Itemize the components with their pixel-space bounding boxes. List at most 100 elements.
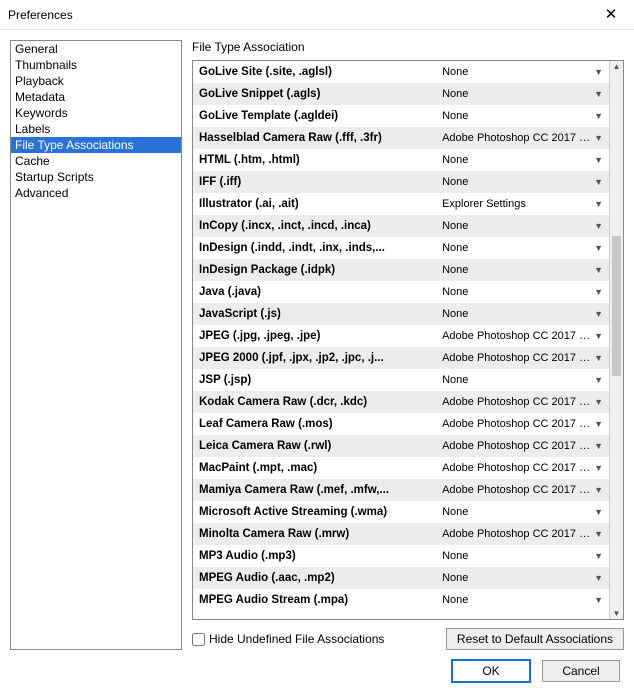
sidebar-item-advanced[interactable]: Advanced xyxy=(11,185,181,201)
file-type-row[interactable]: HTML (.htm, .html)None▼ xyxy=(193,149,609,171)
file-type-value: None xyxy=(442,506,590,518)
hide-undefined-label: Hide Undefined File Associations xyxy=(209,632,384,646)
file-type-row[interactable]: GoLive Snippet (.agls)None▼ xyxy=(193,83,609,105)
scroll-thumb[interactable] xyxy=(612,236,621,376)
file-type-row[interactable]: Java (.java)None▼ xyxy=(193,281,609,303)
scroll-down-icon[interactable]: ▼ xyxy=(610,609,623,618)
file-type-row[interactable]: JPEG (.jpg, .jpeg, .jpe)Adobe Photoshop … xyxy=(193,325,609,347)
chevron-down-icon[interactable]: ▼ xyxy=(590,353,603,363)
sidebar-item-metadata[interactable]: Metadata xyxy=(11,89,181,105)
file-type-row[interactable]: IFF (.iff)None▼ xyxy=(193,171,609,193)
chevron-down-icon[interactable]: ▼ xyxy=(590,463,603,473)
file-type-row[interactable]: JavaScript (.js)None▼ xyxy=(193,303,609,325)
file-type-name: GoLive Site (.site, .aglsl) xyxy=(199,66,442,78)
file-type-value: None xyxy=(442,176,590,188)
chevron-down-icon[interactable]: ▼ xyxy=(590,397,603,407)
file-type-name: Leica Camera Raw (.rwl) xyxy=(199,440,442,452)
file-type-row[interactable]: GoLive Template (.agldei)None▼ xyxy=(193,105,609,127)
file-type-row[interactable]: Minolta Camera Raw (.mrw)Adobe Photoshop… xyxy=(193,523,609,545)
cancel-button[interactable]: Cancel xyxy=(542,660,620,682)
sidebar-item-playback[interactable]: Playback xyxy=(11,73,181,89)
file-type-value: None xyxy=(442,242,590,254)
file-type-row[interactable]: InCopy (.incx, .inct, .incd, .inca)None▼ xyxy=(193,215,609,237)
chevron-down-icon[interactable]: ▼ xyxy=(590,309,603,319)
file-type-value: Adobe Photoshop CC 2017 1... xyxy=(442,440,590,452)
sidebar-item-thumbnails[interactable]: Thumbnails xyxy=(11,57,181,73)
titlebar: Preferences ✕ xyxy=(0,0,634,30)
file-type-row[interactable]: InDesign (.indd, .indt, .inx, .inds,...N… xyxy=(193,237,609,259)
chevron-down-icon[interactable]: ▼ xyxy=(590,287,603,297)
chevron-down-icon[interactable]: ▼ xyxy=(590,221,603,231)
file-type-name: JSP (.jsp) xyxy=(199,374,442,386)
file-type-row[interactable]: MPEG Audio (.aac, .mp2)None▼ xyxy=(193,567,609,589)
file-type-list-container: GoLive Site (.site, .aglsl)None▼GoLive S… xyxy=(192,60,624,620)
chevron-down-icon[interactable]: ▼ xyxy=(590,243,603,253)
file-type-value: Adobe Photoshop CC 2017 1... xyxy=(442,132,590,144)
sidebar-item-general[interactable]: General xyxy=(11,41,181,57)
file-type-name: GoLive Snippet (.agls) xyxy=(199,88,442,100)
file-type-row[interactable]: JPEG 2000 (.jpf, .jpx, .jp2, .jpc, .j...… xyxy=(193,347,609,369)
file-type-name: JPEG (.jpg, .jpeg, .jpe) xyxy=(199,330,442,342)
chevron-down-icon[interactable]: ▼ xyxy=(590,67,603,77)
chevron-down-icon[interactable]: ▼ xyxy=(590,573,603,583)
chevron-down-icon[interactable]: ▼ xyxy=(590,199,603,209)
chevron-down-icon[interactable]: ▼ xyxy=(590,177,603,187)
sidebar-item-keywords[interactable]: Keywords xyxy=(11,105,181,121)
chevron-down-icon[interactable]: ▼ xyxy=(590,265,603,275)
close-icon[interactable]: ✕ xyxy=(596,7,626,22)
chevron-down-icon[interactable]: ▼ xyxy=(590,89,603,99)
file-type-name: HTML (.htm, .html) xyxy=(199,154,442,166)
file-type-row[interactable]: MP3 Audio (.mp3)None▼ xyxy=(193,545,609,567)
scroll-up-icon[interactable]: ▲ xyxy=(610,62,623,71)
file-type-row[interactable]: JSP (.jsp)None▼ xyxy=(193,369,609,391)
file-type-value: None xyxy=(442,110,590,122)
chevron-down-icon[interactable]: ▼ xyxy=(590,551,603,561)
chevron-down-icon[interactable]: ▼ xyxy=(590,111,603,121)
sidebar-item-startup-scripts[interactable]: Startup Scripts xyxy=(11,169,181,185)
file-type-name: Kodak Camera Raw (.dcr, .kdc) xyxy=(199,396,442,408)
file-type-row[interactable]: InDesign Package (.idpk)None▼ xyxy=(193,259,609,281)
file-type-value: None xyxy=(442,66,590,78)
file-type-name: MP3 Audio (.mp3) xyxy=(199,550,442,562)
chevron-down-icon[interactable]: ▼ xyxy=(590,133,603,143)
hide-undefined-input[interactable] xyxy=(192,633,205,646)
chevron-down-icon[interactable]: ▼ xyxy=(590,331,603,341)
chevron-down-icon[interactable]: ▼ xyxy=(590,507,603,517)
chevron-down-icon[interactable]: ▼ xyxy=(590,441,603,451)
file-type-row[interactable]: Leaf Camera Raw (.mos)Adobe Photoshop CC… xyxy=(193,413,609,435)
file-type-value: None xyxy=(442,286,590,298)
file-type-value: Adobe Photoshop CC 2017 1... xyxy=(442,418,590,430)
chevron-down-icon[interactable]: ▼ xyxy=(590,375,603,385)
file-type-name: Hasselblad Camera Raw (.fff, .3fr) xyxy=(199,132,442,144)
file-type-name: JavaScript (.js) xyxy=(199,308,442,320)
file-type-name: GoLive Template (.agldei) xyxy=(199,110,442,122)
chevron-down-icon[interactable]: ▼ xyxy=(590,419,603,429)
file-type-row[interactable]: Microsoft Active Streaming (.wma)None▼ xyxy=(193,501,609,523)
file-type-row[interactable]: Leica Camera Raw (.rwl)Adobe Photoshop C… xyxy=(193,435,609,457)
file-type-name: InDesign Package (.idpk) xyxy=(199,264,442,276)
file-type-row[interactable]: MPEG Audio Stream (.mpa)None▼ xyxy=(193,589,609,611)
file-type-row[interactable]: Mamiya Camera Raw (.mef, .mfw,...Adobe P… xyxy=(193,479,609,501)
file-type-row[interactable]: Illustrator (.ai, .ait)Explorer Settings… xyxy=(193,193,609,215)
file-type-name: JPEG 2000 (.jpf, .jpx, .jp2, .jpc, .j... xyxy=(199,352,442,364)
sidebar-item-labels[interactable]: Labels xyxy=(11,121,181,137)
file-type-row[interactable]: Hasselblad Camera Raw (.fff, .3fr)Adobe … xyxy=(193,127,609,149)
file-type-row[interactable]: MacPaint (.mpt, .mac)Adobe Photoshop CC … xyxy=(193,457,609,479)
ok-button[interactable]: OK xyxy=(452,660,530,682)
chevron-down-icon[interactable]: ▼ xyxy=(590,595,603,605)
reset-defaults-button[interactable]: Reset to Default Associations xyxy=(446,628,624,650)
sidebar-item-cache[interactable]: Cache xyxy=(11,153,181,169)
chevron-down-icon[interactable]: ▼ xyxy=(590,155,603,165)
chevron-down-icon[interactable]: ▼ xyxy=(590,529,603,539)
file-type-name: InCopy (.incx, .inct, .incd, .inca) xyxy=(199,220,442,232)
file-type-row[interactable]: Kodak Camera Raw (.dcr, .kdc)Adobe Photo… xyxy=(193,391,609,413)
chevron-down-icon[interactable]: ▼ xyxy=(590,485,603,495)
file-type-value: None xyxy=(442,88,590,100)
sidebar-item-file-type-associations[interactable]: File Type Associations xyxy=(11,137,181,153)
window-title: Preferences xyxy=(8,8,73,22)
file-type-list: GoLive Site (.site, .aglsl)None▼GoLive S… xyxy=(193,61,609,619)
hide-undefined-checkbox[interactable]: Hide Undefined File Associations xyxy=(192,632,384,646)
scrollbar[interactable]: ▲ ▼ xyxy=(609,61,623,619)
file-type-value: Adobe Photoshop CC 2017 1... xyxy=(442,528,590,540)
file-type-row[interactable]: GoLive Site (.site, .aglsl)None▼ xyxy=(193,61,609,83)
